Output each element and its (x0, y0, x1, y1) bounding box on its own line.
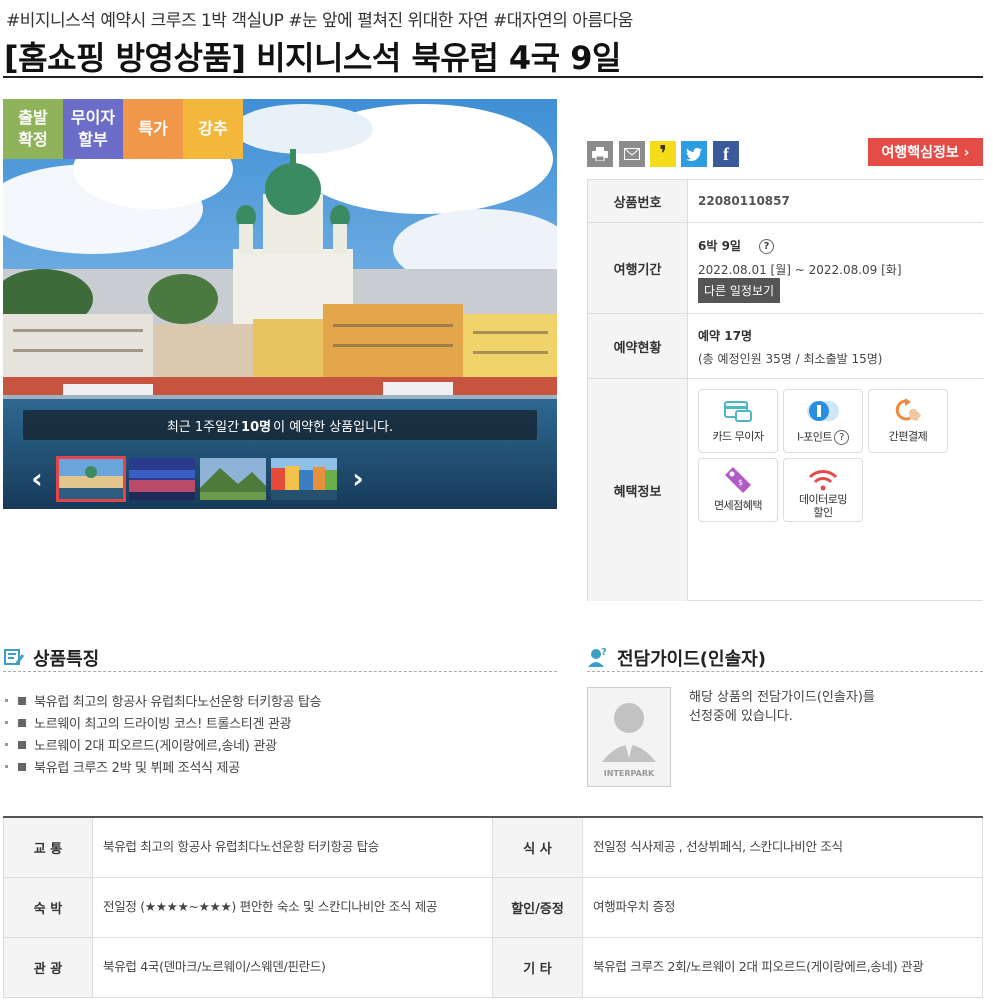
info-row-period: 여행기간 6박 9일? 2022.08.01 [월] ~ 2022.08.09 … (588, 223, 983, 314)
summary-head-tour: 관 광 (3, 938, 93, 998)
title-divider (3, 76, 983, 78)
summary-head-etc: 기 타 (493, 938, 583, 998)
svg-text:$: $ (738, 478, 743, 487)
prev-arrow-icon[interactable]: ‹ (25, 462, 49, 495)
guide-photo-brand: INTERPARK (604, 769, 655, 778)
feature-item-4: 북유럽 크루즈 2박 및 뷔페 조석식 제공 (5, 757, 240, 776)
benefit-easy-pay-label: 간편결제 (888, 430, 928, 443)
mail-icon[interactable] (619, 141, 645, 167)
booking-label: 예약현황 (588, 314, 688, 378)
features-divider (3, 671, 557, 672)
summary-value-discount: 여행파우치 증정 (583, 878, 983, 938)
features-icon (4, 648, 24, 670)
twitter-icon[interactable] (681, 141, 707, 167)
key-travel-info-button[interactable]: 여행핵심정보 › (868, 138, 983, 166)
printer-icon[interactable] (587, 141, 613, 167)
thumbnail-3[interactable] (200, 458, 266, 500)
thumbnail-4[interactable] (271, 458, 337, 500)
features-title: 상품특징 (33, 649, 100, 670)
period-duration: 6박 9일? (698, 237, 774, 254)
recent-prefix: 최근 1주일간 (166, 419, 240, 435)
badge-departure-confirmed: 출발 확정 (3, 99, 63, 159)
summary-value-tour: 북유럽 4국(덴마크/노르웨이/스웨덴/핀란드) (93, 938, 493, 998)
main-photo-helsinki (3, 99, 557, 509)
recent-suffix: 이 예약한 상품입니다. (273, 419, 394, 435)
summary-value-etc: 북유럽 크루즈 2회/노르웨이 2대 피오르드(게이랑에르,송네) 관광 (583, 938, 983, 998)
info-row-benefits: 혜택정보 카드 무이자 I-포인트? 간편결제 $ 면세점혜택 데이터로밍 할인 (588, 379, 983, 601)
thumbnail-2[interactable] (129, 458, 195, 500)
period-dates: 2022.08.01 [월] ~ 2022.08.09 [화] (698, 263, 902, 277)
thumbnail-1[interactable] (56, 456, 126, 502)
badge-recommended: 강추 (183, 99, 243, 159)
summary-value-transport: 북유럽 최고의 항공사 유럽최다노선운항 터키항공 탑승 (93, 818, 493, 878)
feature-item-1: 북유럽 최고의 항공사 유럽최다노선운항 터키항공 탑승 (5, 691, 322, 710)
badge-interest-free: 무이자 할부 (63, 99, 123, 159)
summary-head-discount: 할인/증정 (493, 878, 583, 938)
guide-avatar: INTERPARK (587, 687, 671, 787)
benefit-ipoint-label: I-포인트? (784, 430, 862, 445)
period-label: 여행기간 (588, 223, 688, 313)
product-no-value: 22080110857 (698, 194, 790, 208)
benefit-duty-free-label: 면세점혜택 (713, 499, 763, 512)
info-row-booking: 예약현황 예약 17명 (총 예정인원 35명 / 최소출발 15명) (588, 314, 983, 379)
guide-icon: ? (587, 646, 609, 672)
period-help-icon[interactable]: ? (758, 239, 774, 254)
feature-text-4: 북유럽 크루즈 2박 및 뷔페 조석식 제공 (34, 761, 240, 776)
feature-text-2: 노르웨이 최고의 드라이빙 코스! 트롤스티겐 관광 (34, 717, 292, 732)
summary-value-lodging: 전일정 (★★★★~★★★) 편안한 숙소 및 스칸디나비안 조식 제공 (93, 878, 493, 938)
benefit-label: 혜택정보 (588, 379, 688, 601)
benefit-card-label: 카드 무이자 (712, 430, 764, 443)
badge-special-price: 특가 (123, 99, 183, 159)
guide-text-line1: 해당 상품의 전담가이드(인솔자)를 (689, 690, 875, 705)
benefit-data-roaming[interactable]: 데이터로밍 할인 (783, 458, 863, 522)
summary-head-transport: 교 통 (3, 818, 93, 878)
kakao-icon[interactable]: ❜ (650, 141, 676, 167)
summary-value-meal: 전일정 식사제공 , 선상뷔페식, 스칸디나비안 조식 (583, 818, 983, 878)
product-info-table: 상품번호 22080110857 여행기간 6박 9일? 2022.08.01 … (587, 179, 983, 601)
feature-text-3: 노르웨이 2대 피오르드(게이랑에르,송네) 관광 (34, 739, 277, 754)
guide-description: 해당 상품의 전담가이드(인솔자)를 선정중에 있습니다. (689, 689, 875, 727)
page-title: [홈쇼핑 방영상품] 비지니스석 북유럽 4국 9일 (4, 39, 621, 77)
feature-item-2: 노르웨이 최고의 드라이빙 코스! 트롤스티겐 관광 (5, 713, 292, 732)
i-point-icon (784, 398, 862, 424)
ipoint-help-icon[interactable]: ? (834, 430, 850, 445)
other-schedule-button[interactable]: 다른 일정보기 (698, 278, 781, 303)
duty-free-tag-icon: $ (699, 467, 777, 493)
booking-detail: (총 예정인원 35명 / 최소출발 15명) (698, 352, 883, 366)
period-duration-text: 6박 9일 (698, 239, 741, 253)
guide-divider (587, 671, 983, 672)
recent-booking-caption: 최근 1주일간 10명 이 예약한 상품입니다. (23, 410, 537, 440)
benefit-ipoint[interactable]: I-포인트? (783, 389, 863, 453)
benefit-card[interactable]: 카드 무이자 (698, 389, 778, 453)
guide-title: 전담가이드(인솔자) (617, 649, 766, 670)
benefit-easy-pay[interactable]: 간편결제 (868, 389, 948, 453)
benefit-data-roaming-label: 데이터로밍 할인 (798, 493, 848, 520)
card-icon (699, 398, 777, 424)
feature-item-3: 노르웨이 2대 피오르드(게이랑에르,송네) 관광 (5, 735, 277, 754)
summary-head-lodging: 숙 박 (3, 878, 93, 938)
hashtags: #비지니스석 예약시 크루즈 1박 객실UP #눈 앞에 펼쳐진 위대한 자연 … (6, 11, 633, 31)
next-arrow-icon[interactable]: › (346, 462, 370, 495)
wifi-icon (784, 467, 862, 493)
svg-text:?: ? (601, 647, 607, 658)
feature-text-1: 북유럽 최고의 항공사 유럽최다노선운항 터키항공 탑승 (34, 695, 322, 710)
photo-gallery[interactable]: 출발 확정 무이자 할부 특가 강추 최근 1주일간 10명 이 예약한 상품입… (3, 99, 557, 509)
info-row-product-no: 상품번호 22080110857 (588, 180, 983, 223)
product-no-label: 상품번호 (588, 180, 688, 222)
ipoint-text: I-포인트 (796, 430, 833, 444)
booking-count: 예약 17명 (698, 329, 752, 343)
thumbnail-strip: ‹ › (3, 455, 557, 509)
benefit-duty-free[interactable]: $ 면세점혜택 (698, 458, 778, 522)
easy-pay-icon (869, 398, 947, 424)
facebook-icon[interactable]: f (713, 141, 739, 167)
guide-text-line2: 선정중에 있습니다. (689, 708, 793, 724)
summary-head-meal: 식 사 (493, 818, 583, 878)
summary-table: 교 통 북유럽 최고의 항공사 유럽최다노선운항 터키항공 탑승 식 사 전일정… (3, 816, 983, 998)
recent-count: 10명 (241, 419, 272, 435)
